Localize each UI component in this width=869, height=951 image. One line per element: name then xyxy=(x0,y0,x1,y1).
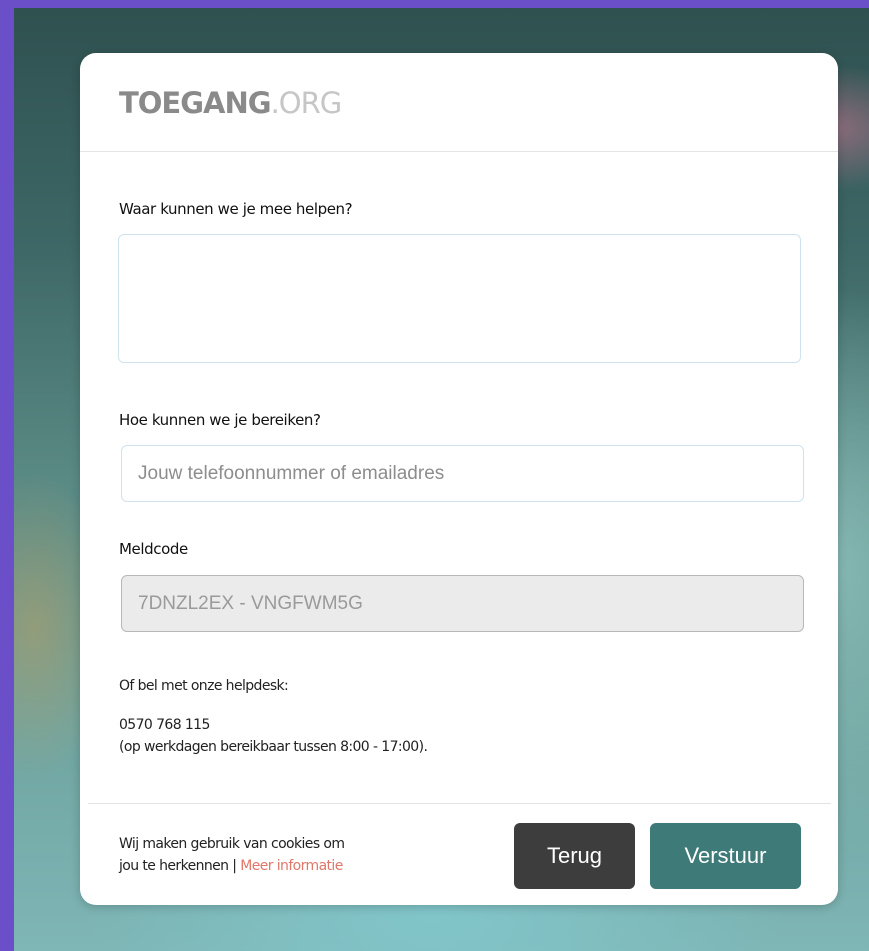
contact-label: Hoe kunnen we je bereiken? xyxy=(119,411,321,429)
logo: TOEGANG.ORG xyxy=(119,89,838,118)
help-label: Waar kunnen we je mee helpen? xyxy=(119,200,353,218)
contact-input[interactable] xyxy=(121,445,804,502)
cookie-notice: Wij maken gebruik van cookies om jou te … xyxy=(119,833,419,877)
submit-button[interactable]: Verstuur xyxy=(650,823,801,889)
cookie-line-1: Wij maken gebruik van cookies om xyxy=(119,836,345,852)
more-info-link[interactable]: Meer informatie xyxy=(240,858,343,874)
helpdesk-phone: 0570 768 115 xyxy=(119,717,210,733)
logo-secondary: .ORG xyxy=(270,86,343,120)
code-label: Meldcode xyxy=(119,540,188,558)
cookie-line-2: jou te herkennen | Meer informatie xyxy=(119,855,419,877)
logo-primary: TOEGANG xyxy=(119,86,272,120)
meldcode-field: 7DNZL2EX - VNGFWM5G xyxy=(121,575,804,632)
card-header: TOEGANG.ORG xyxy=(80,53,838,152)
helpdesk-intro: Of bel met onze helpdesk: xyxy=(119,678,289,694)
footer-divider xyxy=(88,803,831,804)
back-button[interactable]: Terug xyxy=(514,823,635,889)
cookie-line-2-text: jou te herkennen | xyxy=(119,858,241,874)
contact-form-card: TOEGANG.ORG Waar kunnen we je mee helpen… xyxy=(80,53,838,905)
help-textarea[interactable] xyxy=(118,234,801,363)
helpdesk-hours: (op werkdagen bereikbaar tussen 8:00 - 1… xyxy=(119,739,428,755)
